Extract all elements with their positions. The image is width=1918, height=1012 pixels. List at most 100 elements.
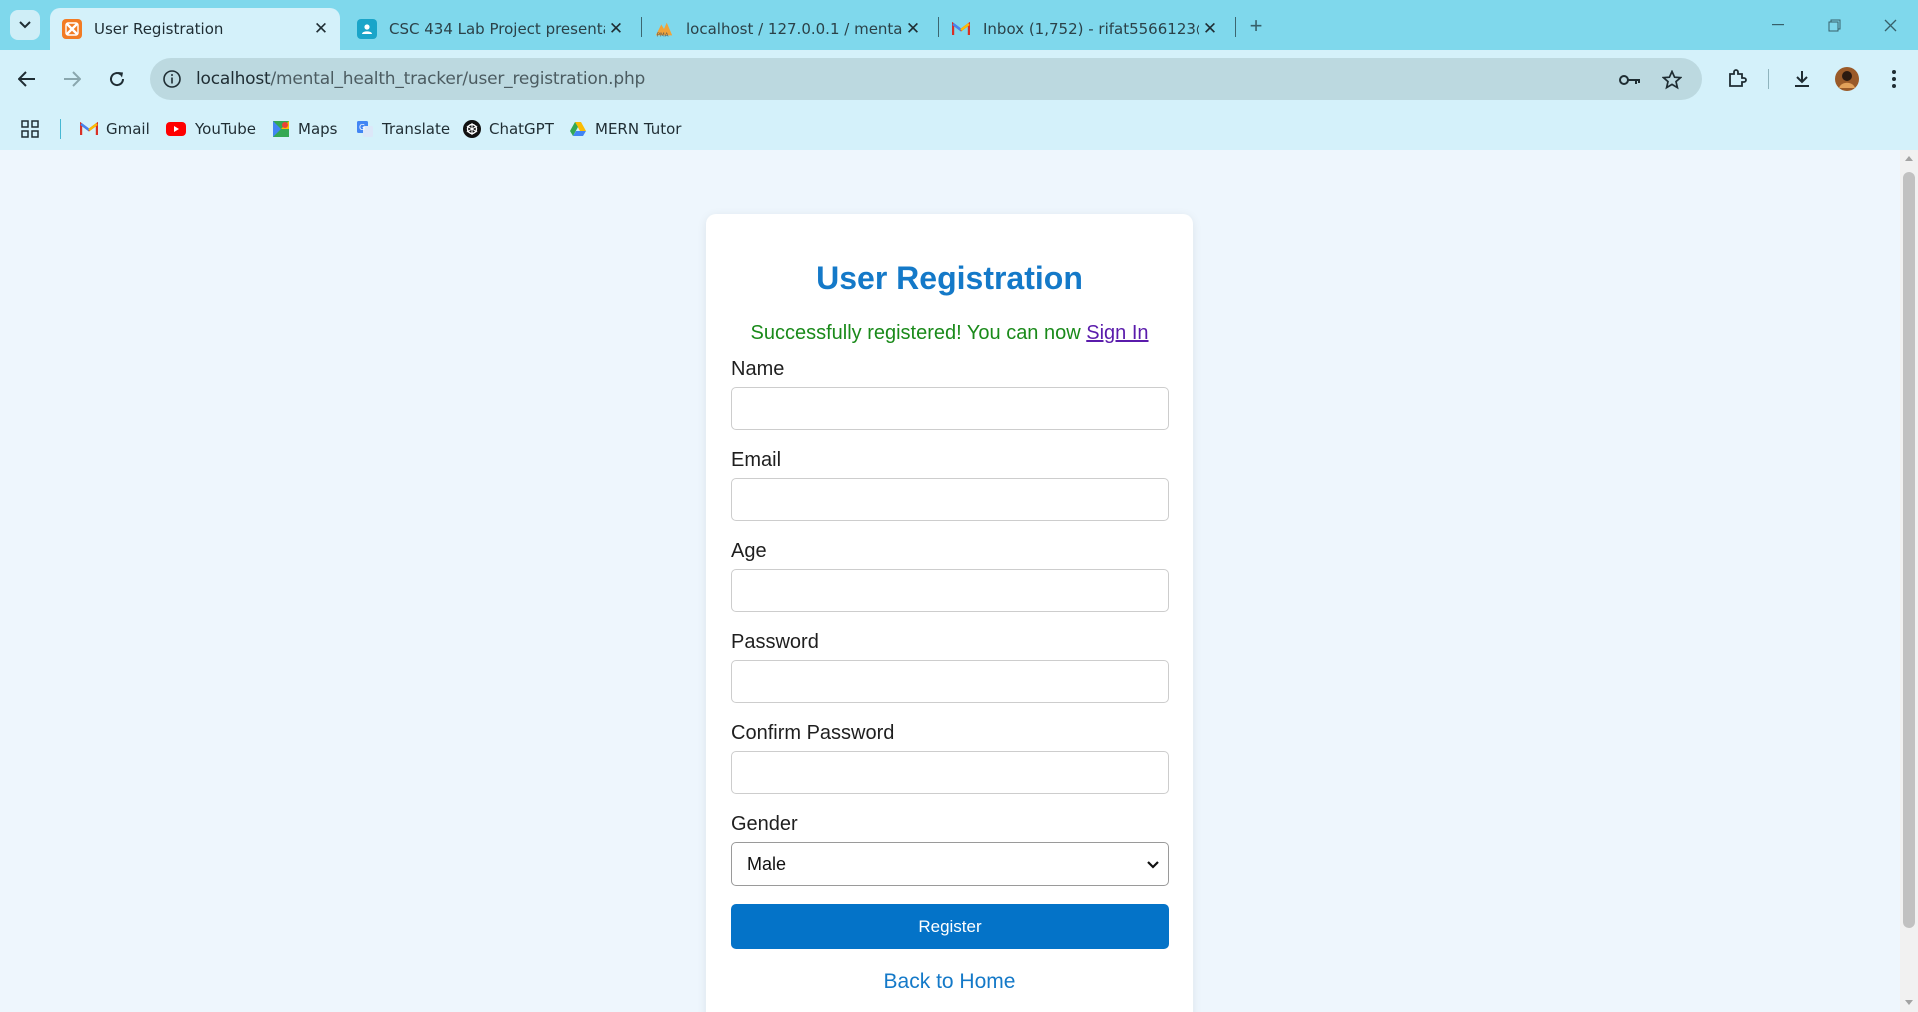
bookmarks-bar: Gmail YouTube Maps G Translate ChatGPT M… bbox=[0, 108, 1918, 150]
scroll-up-arrow-icon[interactable] bbox=[1905, 156, 1913, 161]
gmail-icon bbox=[80, 120, 98, 138]
url-host: localhost bbox=[196, 69, 271, 89]
chevron-down-icon bbox=[1147, 861, 1159, 869]
kebab-menu-icon bbox=[1892, 70, 1896, 88]
confirm-password-label: Confirm Password bbox=[731, 722, 895, 744]
confirm-password-input[interactable] bbox=[731, 751, 1169, 794]
password-label: Password bbox=[731, 631, 819, 653]
bookmark-label: Gmail bbox=[106, 120, 150, 138]
restore-button[interactable] bbox=[1814, 10, 1854, 40]
extensions-button[interactable] bbox=[1722, 64, 1752, 94]
close-tab-icon[interactable]: ✕ bbox=[605, 18, 627, 40]
drive-icon bbox=[569, 120, 587, 138]
bookmark-chatgpt[interactable]: ChatGPT bbox=[463, 116, 554, 142]
tab-strip: User Registration ✕ CSC 434 Lab Project … bbox=[0, 0, 1918, 50]
age-label: Age bbox=[731, 540, 767, 562]
arrow-left-icon bbox=[18, 71, 35, 87]
success-message: Successfully registered! You can now Sig… bbox=[706, 322, 1193, 345]
bookmark-label: YouTube bbox=[195, 120, 256, 138]
downloads-button[interactable] bbox=[1787, 64, 1817, 94]
tab-title: CSC 434 Lab Project presentatio bbox=[389, 20, 605, 38]
svg-text:G: G bbox=[359, 123, 365, 132]
email-input[interactable] bbox=[731, 478, 1169, 521]
bookmark-label: MERN Tutor bbox=[595, 120, 682, 138]
tab-user-registration[interactable]: User Registration ✕ bbox=[50, 8, 340, 50]
vertical-scrollbar[interactable] bbox=[1900, 150, 1918, 1012]
close-tab-icon[interactable]: ✕ bbox=[902, 18, 924, 40]
xampp-icon bbox=[62, 19, 82, 39]
maps-icon bbox=[272, 120, 290, 138]
puzzle-icon bbox=[1729, 69, 1747, 87]
back-to-home-link[interactable]: Back to Home bbox=[706, 970, 1193, 994]
tab-divider bbox=[1235, 17, 1236, 37]
chevron-down-icon bbox=[19, 21, 31, 29]
name-input[interactable] bbox=[731, 387, 1169, 430]
url-text[interactable]: localhost/mental_health_tracker/user_reg… bbox=[196, 69, 645, 89]
minimize-button[interactable] bbox=[1758, 10, 1798, 40]
register-button[interactable]: Register bbox=[731, 904, 1169, 949]
page-viewport: User Registration Successfully registere… bbox=[0, 150, 1900, 1012]
page-title: User Registration bbox=[816, 260, 1083, 296]
browser-toolbar: localhost/mental_health_tracker/user_reg… bbox=[0, 50, 1918, 108]
profile-avatar[interactable] bbox=[1832, 64, 1862, 94]
bookmark-label: ChatGPT bbox=[489, 120, 554, 138]
name-label: Name bbox=[731, 358, 785, 380]
close-tab-icon[interactable]: ✕ bbox=[1199, 18, 1221, 40]
scroll-down-arrow-icon[interactable] bbox=[1905, 1000, 1913, 1005]
url-path: /mental_health_tracker/user_registration… bbox=[270, 69, 646, 89]
tab-title: Inbox (1,752) - rifat5566123@gm bbox=[983, 20, 1199, 38]
bookmark-translate[interactable]: G Translate bbox=[356, 116, 450, 142]
youtube-icon bbox=[165, 120, 187, 138]
chatgpt-icon bbox=[463, 120, 481, 138]
age-input[interactable] bbox=[731, 569, 1169, 612]
registration-card: User Registration Successfully registere… bbox=[706, 214, 1193, 1012]
phpmyadmin-icon: PMA bbox=[654, 19, 674, 39]
bookmark-youtube[interactable]: YouTube bbox=[165, 116, 256, 142]
apps-button[interactable] bbox=[21, 116, 39, 142]
download-icon bbox=[1795, 71, 1809, 87]
classroom-icon bbox=[357, 19, 377, 39]
bookmarks-divider bbox=[60, 119, 61, 139]
tab-phpmyadmin[interactable]: PMA localhost / 127.0.0.1 / mental_h ✕ bbox=[642, 8, 932, 50]
arrow-right-icon bbox=[64, 71, 81, 87]
browser-menu-button[interactable] bbox=[1879, 64, 1909, 94]
site-info-icon[interactable] bbox=[162, 69, 182, 89]
back-button[interactable] bbox=[12, 64, 42, 94]
tab-csc-434[interactable]: CSC 434 Lab Project presentatio ✕ bbox=[345, 8, 635, 50]
email-label: Email bbox=[731, 449, 782, 471]
scrollbar-thumb[interactable] bbox=[1903, 172, 1915, 928]
tab-search-button[interactable] bbox=[10, 10, 40, 40]
close-window-button[interactable] bbox=[1870, 10, 1910, 40]
bookmark-star-icon[interactable] bbox=[1661, 69, 1683, 91]
bookmark-gmail[interactable]: Gmail bbox=[80, 116, 150, 142]
forward-button[interactable] bbox=[57, 64, 87, 94]
sign-in-link[interactable]: Sign In bbox=[1086, 322, 1148, 344]
bookmark-label: Translate bbox=[382, 120, 451, 138]
svg-text:PMA: PMA bbox=[657, 32, 669, 38]
gender-select[interactable]: Male bbox=[731, 842, 1169, 886]
translate-icon: G bbox=[356, 120, 374, 138]
gmail-icon bbox=[951, 19, 971, 39]
password-key-icon[interactable] bbox=[1619, 69, 1641, 91]
bookmark-maps[interactable]: Maps bbox=[272, 116, 337, 142]
minimize-icon bbox=[1772, 24, 1784, 26]
address-bar[interactable]: localhost/mental_health_tracker/user_reg… bbox=[150, 58, 1702, 100]
new-tab-button[interactable]: + bbox=[1243, 13, 1269, 39]
tab-title: User Registration bbox=[94, 20, 224, 38]
apps-grid-icon bbox=[21, 120, 39, 138]
toolbar-divider bbox=[1768, 69, 1769, 89]
bookmark-label: Maps bbox=[298, 120, 338, 138]
tab-title: localhost / 127.0.0.1 / mental_h bbox=[686, 20, 902, 38]
avatar bbox=[1835, 67, 1859, 91]
reload-icon bbox=[110, 72, 125, 87]
bookmark-mern-tutor[interactable]: MERN Tutor bbox=[569, 116, 681, 142]
close-icon bbox=[1884, 19, 1896, 31]
tab-gmail-inbox[interactable]: Inbox (1,752) - rifat5566123@gm ✕ bbox=[939, 8, 1229, 50]
reload-button[interactable] bbox=[102, 64, 132, 94]
success-text: Successfully registered! You can now bbox=[750, 322, 1081, 344]
gender-selected-value: Male bbox=[747, 853, 787, 874]
restore-icon bbox=[1828, 19, 1840, 31]
gender-label: Gender bbox=[731, 813, 798, 835]
close-tab-icon[interactable]: ✕ bbox=[310, 18, 332, 40]
password-input[interactable] bbox=[731, 660, 1169, 703]
